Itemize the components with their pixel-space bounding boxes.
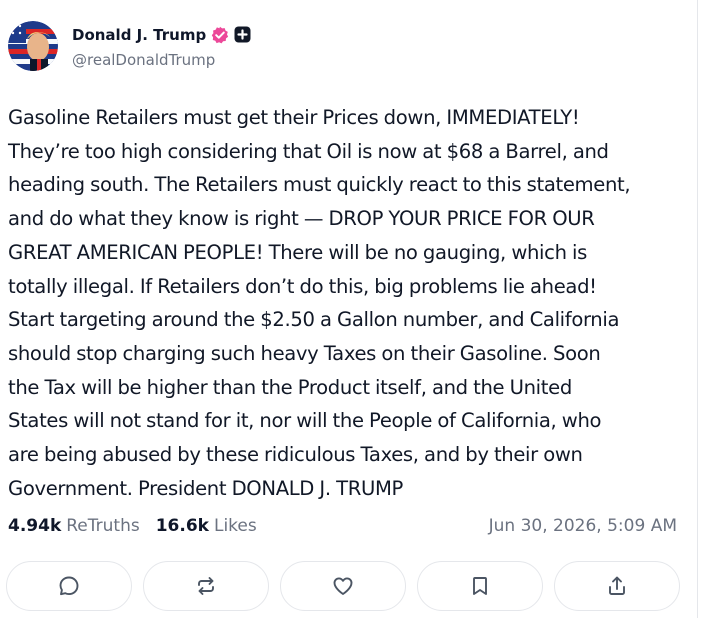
retruths-label[interactable]: ReTruths	[66, 516, 139, 536]
column-divider	[697, 0, 698, 618]
bookmark-icon	[473, 577, 487, 595]
post-header: Donald J. Trump @realDonaldTrump	[8, 20, 251, 72]
reply-button[interactable]	[6, 561, 132, 611]
post-card: Donald J. Trump @realDonaldTrump Gasolin…	[0, 0, 697, 618]
post-stats: 4.94k ReTruths 16.6k Likes	[8, 516, 257, 536]
reply-icon	[59, 576, 79, 596]
retruth-button[interactable]	[143, 561, 269, 611]
name-row: Donald J. Trump	[72, 24, 251, 46]
post-timestamp[interactable]: Jun 30, 2026, 5:09 AM	[489, 516, 677, 536]
like-button[interactable]	[280, 561, 406, 611]
avatar-image	[8, 21, 58, 71]
retruth-icon	[198, 577, 214, 595]
likes-label[interactable]: Likes	[214, 516, 257, 536]
author-handle[interactable]: @realDonaldTrump	[72, 51, 251, 69]
bookmark-button[interactable]	[417, 561, 543, 611]
verified-badge-icon	[211, 26, 229, 44]
like-icon	[333, 577, 353, 595]
author-names: Donald J. Trump @realDonaldTrump	[72, 24, 251, 69]
likes-count[interactable]: 16.6k	[156, 516, 209, 536]
retruths-count[interactable]: 4.94k	[8, 516, 61, 536]
avatar[interactable]	[8, 21, 58, 71]
share-button[interactable]	[554, 561, 680, 611]
share-icon	[609, 576, 625, 595]
plus-badge-icon	[234, 26, 251, 43]
post-body-text: Gasoline Retailers must get their Prices…	[8, 106, 631, 500]
author-display-name[interactable]: Donald J. Trump	[72, 26, 206, 44]
